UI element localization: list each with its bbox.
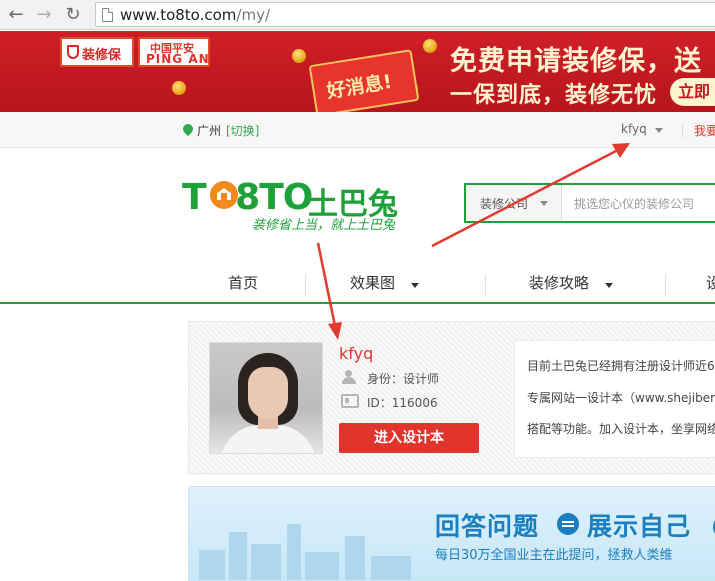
banner-cta-button[interactable]: 立即 bbox=[670, 78, 715, 106]
forward-arrow-icon[interactable]: → bbox=[33, 4, 55, 26]
divider bbox=[665, 274, 666, 296]
chevron-down-icon[interactable] bbox=[605, 283, 613, 288]
promo-title-1: 回答问题 bbox=[435, 512, 540, 541]
building-shape bbox=[371, 556, 411, 580]
logo-wordmark: TO8TO bbox=[182, 177, 313, 218]
building-shape bbox=[287, 524, 301, 580]
divider bbox=[305, 274, 306, 296]
reload-icon[interactable]: ↻ bbox=[62, 4, 84, 26]
url-path: /my/ bbox=[236, 6, 271, 24]
user-icon bbox=[341, 370, 359, 384]
profile-id: ID：116006 bbox=[367, 396, 438, 410]
divider bbox=[682, 124, 683, 138]
info-line: 搭配等功能。加入设计本，坐享网络 bbox=[527, 422, 715, 436]
enter-designbook-button[interactable]: 进入设计本 bbox=[339, 423, 479, 453]
screenshot-root: ← → ↻ www.to8to.com/my/ 装修保 中国平安 PING AN… bbox=[0, 0, 715, 581]
building-shape bbox=[199, 550, 225, 580]
url-host: www.to8to.com bbox=[120, 6, 237, 24]
nav-item-guides[interactable]: 装修攻略 bbox=[529, 272, 589, 293]
info-panel: 目前土巴兔已经拥有注册设计师近67 专属网站一设计本（www.shejiben.… bbox=[514, 340, 715, 458]
coin-icon bbox=[423, 39, 437, 53]
page-icon bbox=[102, 8, 113, 22]
logo-letters-8to: 8TO bbox=[235, 177, 313, 218]
sun-house-icon bbox=[210, 181, 238, 209]
envelope-text: 好消息! bbox=[325, 70, 394, 103]
shield-icon bbox=[67, 45, 79, 59]
building-shape bbox=[251, 544, 281, 580]
chevron-down-icon[interactable] bbox=[411, 283, 419, 288]
site-logo[interactable]: TO8TO 土巴兔 装修省上当，就上土巴兔 bbox=[182, 177, 412, 237]
nav-item-design[interactable]: 设 bbox=[706, 272, 715, 293]
chevron-down-icon[interactable] bbox=[655, 128, 663, 133]
coin-icon bbox=[172, 81, 186, 95]
building-shape bbox=[305, 552, 339, 580]
profile-name[interactable]: kfyq bbox=[339, 344, 373, 363]
avatar[interactable] bbox=[209, 342, 323, 454]
coin-icon bbox=[292, 49, 306, 63]
user-menu[interactable]: kfyq bbox=[621, 122, 647, 136]
zhuangxiubao-badge: 装修保 bbox=[60, 37, 134, 67]
search-box: 装修公司 挑选您心仪的装修公司 bbox=[464, 183, 715, 223]
info-line: 目前土巴兔已经拥有注册设计师近67 bbox=[527, 359, 715, 373]
url-text: www.to8to.com/my/ bbox=[120, 6, 270, 24]
search-category-select[interactable]: 装修公司 bbox=[466, 185, 562, 221]
info-line: 专属网站一设计本（www.shejiben. bbox=[527, 391, 715, 405]
banner-subline: 一保到底，装修无忧 bbox=[450, 83, 658, 108]
logo-slogan: 装修省上当，就上土巴兔 bbox=[252, 218, 396, 233]
back-arrow-icon[interactable]: ← bbox=[5, 4, 27, 26]
id-card-icon bbox=[341, 394, 359, 408]
pingan-en: PING AN bbox=[146, 52, 210, 66]
divider bbox=[485, 274, 486, 296]
promo-subtitle: 每日30万全国业主在此提问，拯救人类维 bbox=[435, 548, 673, 563]
my-link[interactable]: 我要 bbox=[694, 122, 715, 139]
nav-item-home[interactable]: 首页 bbox=[228, 272, 258, 293]
building-shape bbox=[229, 532, 247, 580]
search-category-label: 装修公司 bbox=[480, 197, 529, 211]
banner-headline: 免费申请装修保，送 bbox=[450, 46, 702, 77]
nav-item-gallery[interactable]: 效果图 bbox=[350, 272, 395, 293]
search-input[interactable]: 挑选您心仪的装修公司 bbox=[574, 195, 694, 212]
profile-role: 身份：设计师 bbox=[367, 372, 440, 386]
equals-icon bbox=[557, 513, 579, 535]
address-bar[interactable]: www.to8to.com/my/ bbox=[95, 2, 715, 27]
top-sub-nav: 广州 [切换] kfyq 我要 bbox=[0, 112, 715, 148]
red-envelope-icon: 好消息! bbox=[308, 49, 420, 112]
qa-promo-banner[interactable]: 回答问题 展示自己 每日30万全国业主在此提问，拯救人类维 bbox=[188, 486, 715, 581]
logo-letter-t: T bbox=[182, 177, 207, 218]
browser-toolbar: ← → ↻ www.to8to.com/my/ bbox=[0, 0, 715, 30]
location-pin-icon bbox=[180, 121, 196, 137]
pingan-badge: 中国平安 PING AN bbox=[138, 37, 210, 67]
switch-city-link[interactable]: [切换] bbox=[226, 122, 259, 139]
main-nav: 首页 效果图 装修攻略 设 bbox=[0, 264, 715, 304]
top-promo-banner[interactable]: 装修保 中国平安 PING AN 好消息! 免费申请装修保，送 一保到底，装修无… bbox=[0, 31, 715, 112]
building-shape bbox=[345, 536, 365, 580]
chevron-down-icon bbox=[540, 201, 548, 206]
promo-title-2: 展示自己 bbox=[587, 512, 692, 541]
current-city: 广州 bbox=[197, 124, 222, 138]
profile-card: kfyq 身份：设计师 ID：116006 进入设计本 目前土巴兔已经拥有注册设… bbox=[188, 321, 715, 474]
badge-label: 装修保 bbox=[82, 48, 122, 63]
